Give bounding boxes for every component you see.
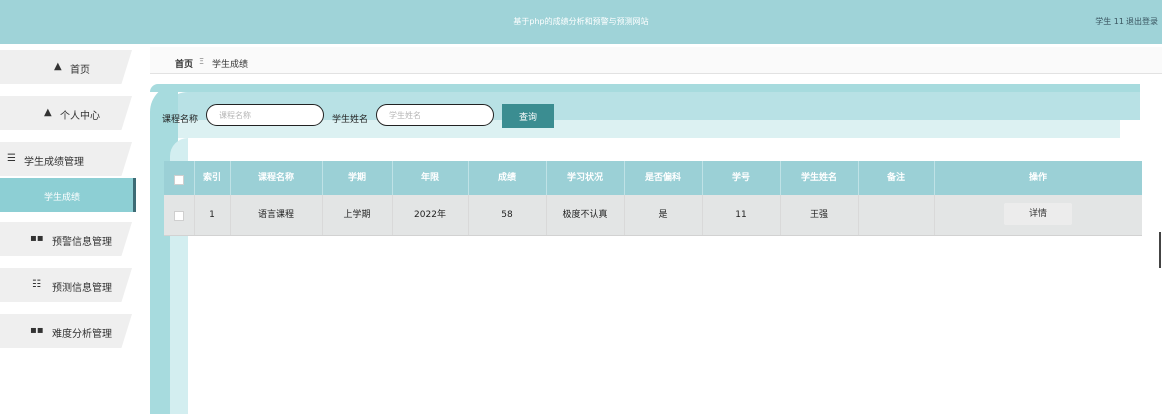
list-icon: ☰ bbox=[7, 153, 16, 164]
column-header: 课程名称 bbox=[230, 161, 323, 195]
cell-course: 语言课程 bbox=[230, 195, 323, 235]
breadcrumb-separator: Ξ bbox=[199, 57, 205, 66]
cell-term: 上学期 bbox=[322, 195, 393, 235]
table-row: 1 语言课程 上学期 2022年 58 极度不认真 是 11 王强 详情 bbox=[164, 195, 1142, 236]
student-name-label: 学生姓名 bbox=[332, 115, 369, 125]
sidebar-item-label: 首页 bbox=[70, 65, 90, 76]
sidebar-item-label: 个人中心 bbox=[60, 111, 100, 122]
site-title: 基于php的成绩分析和预警与预测网站 bbox=[513, 17, 649, 26]
sidebar-item-warning-management[interactable]: ▪▪ 预警信息管理 bbox=[0, 222, 132, 256]
cell-index: 1 bbox=[194, 195, 231, 235]
decoration-band bbox=[150, 84, 1140, 92]
breadcrumb: 首页 Ξ 学生成绩 bbox=[150, 47, 1162, 74]
breadcrumb-current: 学生成绩 bbox=[212, 60, 249, 70]
top-bar: 基于php的成绩分析和预警与预测网站 学生 11 退出登录 bbox=[0, 0, 1162, 44]
cell-student-name: 王强 bbox=[780, 195, 859, 235]
row-checkbox[interactable] bbox=[174, 211, 184, 221]
cell-status: 极度不认真 bbox=[546, 195, 625, 235]
sidebar: ▲ 首页 ▲ 个人中心 ☰ 学生成绩管理 学生成绩 ▪▪ 预警信息管理 ☷ 预测… bbox=[0, 44, 140, 414]
row-select-cell bbox=[164, 195, 195, 235]
column-header: 年限 bbox=[392, 161, 469, 195]
sidebar-item-prediction-management[interactable]: ☷ 预测信息管理 bbox=[0, 268, 132, 302]
course-name-input[interactable] bbox=[206, 104, 324, 126]
scrollbar[interactable] bbox=[1159, 232, 1161, 268]
cell-actions: 详情 bbox=[934, 195, 1142, 235]
sidebar-item-profile[interactable]: ▲ 个人中心 bbox=[0, 96, 132, 130]
grid-icon: ▪▪ bbox=[30, 325, 44, 336]
table-header: 索引 课程名称 学期 年限 成绩 学习状况 是否偏科 学号 学生姓名 备注 操作 bbox=[164, 161, 1142, 195]
select-all-checkbox[interactable] bbox=[174, 175, 184, 185]
column-header: 操作 bbox=[1028, 173, 1047, 183]
search-button[interactable]: 查询 bbox=[502, 104, 554, 128]
sidebar-item-label: 预测信息管理 bbox=[52, 283, 112, 294]
column-header: 备注 bbox=[858, 161, 935, 195]
column-header: 学号 bbox=[702, 161, 781, 195]
active-indicator bbox=[133, 178, 136, 212]
detail-button[interactable]: 详情 bbox=[1004, 203, 1072, 225]
cell-score: 58 bbox=[468, 195, 547, 235]
column-header: 学期 bbox=[322, 161, 393, 195]
user-icon: ▲ bbox=[44, 107, 52, 118]
grid-icon: ▪▪ bbox=[30, 233, 44, 244]
current-user: 学生 11 bbox=[1095, 17, 1124, 26]
select-all-cell bbox=[164, 161, 195, 195]
course-name-label: 课程名称 bbox=[162, 115, 199, 125]
student-name-input[interactable] bbox=[376, 104, 494, 126]
sidebar-item-home[interactable]: ▲ 首页 bbox=[0, 50, 132, 84]
sidebar-item-difficulty-management[interactable]: ▪▪ 难度分析管理 bbox=[0, 314, 132, 348]
sidebar-item-label: 学生成绩 bbox=[44, 193, 81, 203]
sliders-icon: ☷ bbox=[32, 279, 41, 290]
sidebar-item-label: 学生成绩管理 bbox=[24, 157, 84, 168]
column-header: 学生姓名 bbox=[780, 161, 859, 195]
column-header: 是否偏科 bbox=[624, 161, 703, 195]
cell-note bbox=[858, 195, 935, 235]
sidebar-item-score-management[interactable]: ☰ 学生成绩管理 bbox=[0, 142, 132, 176]
sidebar-item-label: 难度分析管理 bbox=[52, 329, 112, 340]
cell-bias: 是 bbox=[624, 195, 703, 235]
cell-student-no: 11 bbox=[702, 195, 781, 235]
logout-link[interactable]: 退出登录 bbox=[1126, 16, 1158, 27]
column-header: 索引 bbox=[194, 161, 231, 195]
home-icon: ▲ bbox=[54, 61, 62, 72]
column-header: 学习状况 bbox=[546, 161, 625, 195]
breadcrumb-home[interactable]: 首页 bbox=[175, 57, 193, 70]
column-header: 成绩 bbox=[468, 161, 547, 195]
sidebar-item-label: 预警信息管理 bbox=[52, 237, 112, 248]
sidebar-subitem-student-scores[interactable]: 学生成绩 bbox=[0, 178, 136, 212]
cell-year: 2022年 bbox=[392, 195, 469, 235]
